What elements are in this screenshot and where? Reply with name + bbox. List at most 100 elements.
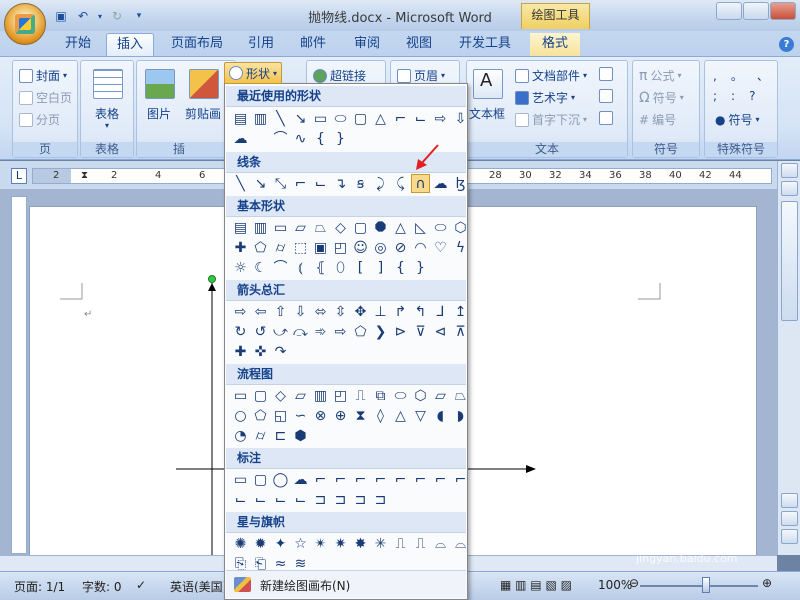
donut-icon[interactable]: ◎ — [372, 239, 389, 256]
header-button[interactable]: 页眉 ▾ — [397, 67, 445, 84]
explosion-2-icon[interactable]: ✹ — [252, 535, 269, 552]
flowchart-manual-operation-icon[interactable]: ⏢ — [452, 387, 469, 404]
plaque-icon[interactable]: ⬯ — [332, 259, 349, 276]
zoom-slider-thumb[interactable] — [702, 577, 710, 593]
down-block-arrow-icon[interactable]: ⇩ — [292, 303, 309, 320]
page-count-status[interactable]: 页面: 1/1 — [14, 578, 65, 595]
flowchart-predefined-icon[interactable]: ▥ — [312, 387, 329, 404]
striped-right-arrow-icon[interactable]: ➾ — [312, 323, 329, 340]
flowchart-terminator-icon[interactable]: ⬭ — [392, 387, 409, 404]
scroll-up-button[interactable] — [781, 181, 798, 196]
double-brace-icon[interactable]: ⦃ — [312, 259, 329, 276]
right-brace-icon[interactable]: } — [412, 259, 429, 276]
clipart-button[interactable]: 剪贴画 — [185, 105, 221, 122]
ruler-toggle-button[interactable] — [781, 163, 798, 178]
rectangle-shape-icon[interactable]: ▭ — [312, 110, 329, 127]
double-bracket-icon[interactable]: ⦅ — [292, 259, 309, 276]
textbox-shape-icon[interactable]: ▤ — [232, 110, 249, 127]
elbow-arrow-shape-icon[interactable]: ⌙ — [412, 110, 429, 127]
scroll-thumb[interactable] — [781, 201, 798, 321]
pentagon-icon[interactable]: ⬠ — [252, 239, 269, 256]
select-browse-object-button[interactable] — [781, 529, 798, 544]
tab-review[interactable]: 审阅 — [346, 33, 388, 56]
curved-ribbon-up-icon[interactable]: ⌓ — [432, 535, 449, 552]
tab-page-layout[interactable]: 页面布局 — [164, 33, 230, 56]
ribbon-down-icon[interactable]: ⎍ — [412, 535, 429, 552]
left-right-up-arrow-icon[interactable]: ⊥ — [372, 303, 389, 320]
tab-references[interactable]: 引用 — [240, 33, 282, 56]
elbow-double-arrow-icon[interactable]: ↴ — [332, 175, 349, 192]
arc-icon[interactable]: ⌒ — [272, 259, 289, 276]
flowchart-collate-icon[interactable]: ⧗ — [352, 407, 369, 424]
border-callout-1-icon[interactable]: ⊐ — [312, 491, 329, 508]
vertical-textbox-shape-icon[interactable]: ▥ — [252, 110, 269, 127]
minimize-button[interactable] — [716, 2, 742, 20]
question-char[interactable]: ? — [749, 89, 755, 103]
flowchart-direct-storage-icon[interactable]: ⊏ — [272, 427, 289, 444]
line-callout-5-icon[interactable]: ⌐ — [392, 471, 409, 488]
line-callout-7-icon[interactable]: ⌐ — [432, 471, 449, 488]
star-32-icon[interactable]: ✳ — [372, 535, 389, 552]
elbow-connector-shape-icon[interactable]: ⌐ — [392, 110, 409, 127]
cover-page-button[interactable]: 封面 ▾ — [19, 67, 67, 84]
textbox-icon[interactable]: ▤ — [232, 219, 249, 236]
trapezoid-icon[interactable]: ⏢ — [312, 219, 329, 236]
flowchart-sequential-storage-icon[interactable]: ◔ — [232, 427, 249, 444]
block-arc-icon[interactable]: ◠ — [412, 239, 429, 256]
right-triangle-icon[interactable]: ◺ — [412, 219, 429, 236]
line-callout-1-icon[interactable]: ⌐ — [312, 471, 329, 488]
rectangle-icon[interactable]: ▭ — [272, 219, 289, 236]
flowchart-card-icon[interactable]: ◱ — [272, 407, 289, 424]
office-button[interactable] — [4, 3, 46, 45]
flowchart-sort-icon[interactable]: ◊ — [372, 407, 389, 424]
quad-arrow-callout-icon[interactable]: ✜ — [252, 343, 269, 360]
flowchart-offpage-icon[interactable]: ⬠ — [252, 407, 269, 424]
flowchart-connector-icon[interactable]: ○ — [232, 407, 249, 424]
special-symbol-button[interactable]: ● 符号 ▾ — [715, 111, 760, 128]
flowchart-manual-input-icon[interactable]: ⏥ — [432, 387, 449, 404]
maximize-button[interactable] — [743, 2, 769, 20]
accent-callout-1-icon[interactable]: ⌙ — [232, 491, 249, 508]
curved-ribbon-down-icon[interactable]: ⌓ — [452, 535, 469, 552]
right-brace-shape-icon[interactable]: } — [332, 130, 349, 147]
arrow-line-shape-icon[interactable]: ↘ — [292, 110, 309, 127]
quad-arrow-icon[interactable]: ✥ — [352, 303, 369, 320]
vertical-scrollbar[interactable] — [777, 161, 800, 555]
flowchart-document-icon[interactable]: ⎍ — [352, 387, 369, 404]
sun-icon[interactable]: ☼ — [232, 259, 249, 276]
rounded-rectangle-shape-icon[interactable]: ▢ — [352, 110, 369, 127]
line-callout-8-icon[interactable]: ⌐ — [452, 471, 469, 488]
cloud-callout-icon[interactable]: ☁ — [292, 471, 309, 488]
signature-line-button[interactable] — [599, 67, 613, 81]
bevel-icon[interactable]: ▣ — [312, 239, 329, 256]
view-buttons[interactable]: ▦ ▥ ▤ ▧ ▨ — [500, 578, 572, 592]
flowchart-data-icon[interactable]: ▱ — [292, 387, 309, 404]
curved-connector-icon[interactable]: ꞩ — [352, 175, 369, 192]
accent-callout-4-icon[interactable]: ⌙ — [292, 491, 309, 508]
scribble-icon[interactable]: ɮ — [452, 175, 469, 192]
table-button[interactable]: 表格 — [95, 105, 119, 122]
accent-callout-3-icon[interactable]: ⌙ — [272, 491, 289, 508]
curve-tool-icon[interactable]: ∩ — [411, 174, 430, 193]
flowchart-alt-process-icon[interactable]: ▢ — [252, 387, 269, 404]
octagon-icon[interactable]: ⯃ — [372, 219, 389, 236]
curved-up-arrow-icon[interactable]: ⤻ — [272, 323, 289, 340]
datetime-button[interactable] — [599, 89, 613, 103]
freeform-icon[interactable]: ☁ — [432, 175, 449, 192]
flowchart-punched-tape-icon[interactable]: ∽ — [292, 407, 309, 424]
up-arrow-callout-icon[interactable]: ⊼ — [452, 323, 469, 340]
page-break-button[interactable]: 分页 — [19, 111, 60, 128]
curved-left-arrow-icon[interactable]: ↺ — [252, 323, 269, 340]
left-brace-shape-icon[interactable]: { — [312, 130, 329, 147]
flowchart-multidocument-icon[interactable]: ⧉ — [372, 387, 389, 404]
dropcap-button[interactable]: 首字下沉 ▾ — [515, 111, 587, 128]
cube-icon[interactable]: ⬚ — [292, 239, 309, 256]
curved-double-arrow-icon[interactable]: ⤹ — [392, 175, 409, 192]
flowchart-extract-icon[interactable]: △ — [392, 407, 409, 424]
proofing-icon[interactable]: ✓ — [136, 578, 146, 592]
up-block-arrow-icon[interactable]: ⇧ — [272, 303, 289, 320]
border-callout-3-icon[interactable]: ⊐ — [352, 491, 369, 508]
line-callout-4-icon[interactable]: ⌐ — [372, 471, 389, 488]
bent-up-arrow-icon[interactable]: ↥ — [452, 303, 469, 320]
period-char[interactable]: 。 — [731, 67, 743, 84]
